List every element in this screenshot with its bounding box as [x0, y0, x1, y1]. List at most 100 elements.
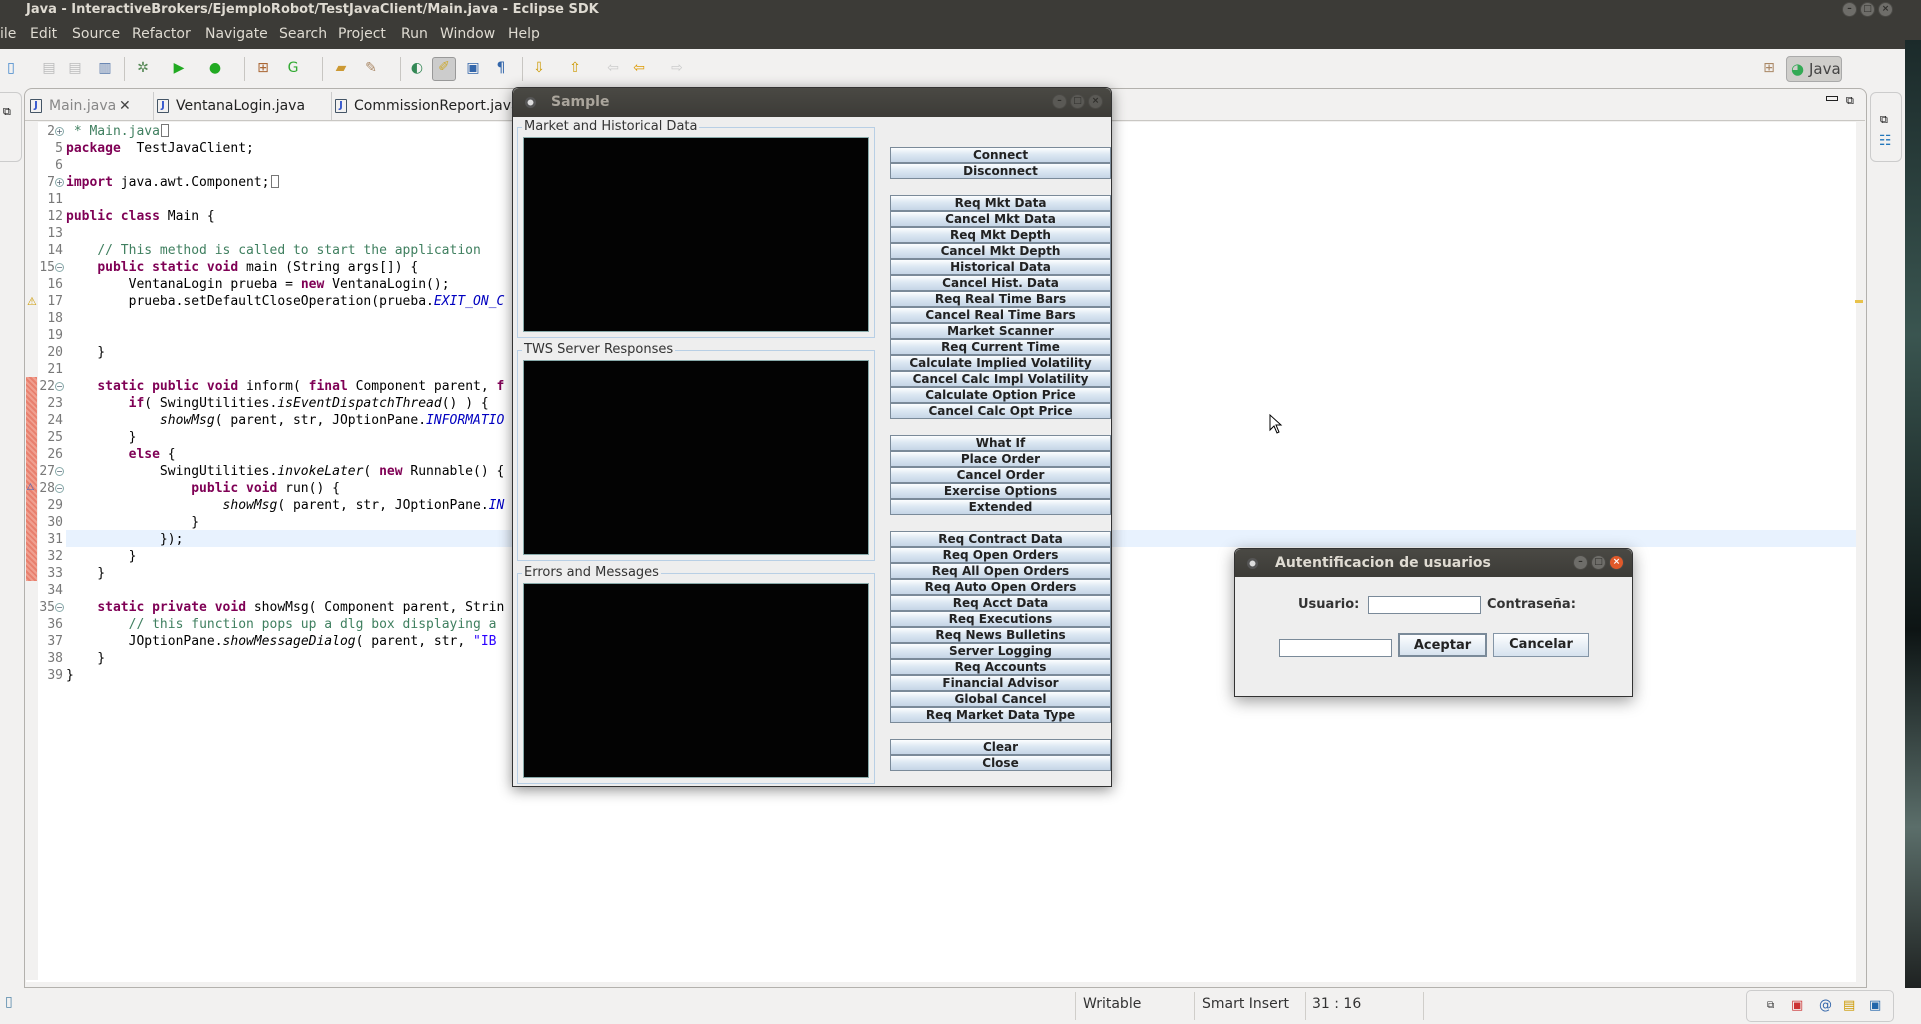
- cancel-mkt-data-button[interactable]: Cancel Mkt Data: [890, 211, 1111, 227]
- outline-icon[interactable]: ☷: [1879, 133, 1892, 149]
- menu-navigate[interactable]: Navigate: [205, 20, 268, 49]
- place-order-button[interactable]: Place Order: [890, 451, 1111, 467]
- previous-annotation-icon[interactable]: ⇧: [566, 59, 584, 77]
- req-real-time-bars-button[interactable]: Req Real Time Bars: [890, 291, 1111, 307]
- tab-main-java[interactable]: J Main.java ✕: [27, 92, 145, 120]
- save-icon[interactable]: ▤: [40, 59, 58, 77]
- external-tools-icon[interactable]: ●: [206, 59, 224, 77]
- req-news-bulletins-button[interactable]: Req News Bulletins: [890, 627, 1111, 643]
- overview-warning-marker[interactable]: [1855, 300, 1863, 303]
- close-button[interactable]: Close: [890, 755, 1111, 771]
- restore-icon[interactable]: ⧉: [1767, 991, 1774, 1021]
- disconnect-button[interactable]: Disconnect: [890, 163, 1111, 179]
- req-open-orders-button[interactable]: Req Open Orders: [890, 547, 1111, 563]
- forward-icon[interactable]: ⇨: [668, 59, 686, 77]
- fast-view-icon[interactable]: ▯: [5, 994, 13, 1010]
- menu-run[interactable]: Run: [401, 20, 428, 49]
- connect-button[interactable]: Connect: [890, 147, 1111, 163]
- calculate-implied-volatility-button[interactable]: Calculate Implied Volatility: [890, 355, 1111, 371]
- menu-window[interactable]: Window: [440, 20, 495, 49]
- cancel-real-time-bars-button[interactable]: Cancel Real Time Bars: [890, 307, 1111, 323]
- cancel-mkt-depth-button[interactable]: Cancel Mkt Depth: [890, 243, 1111, 259]
- warning-icon[interactable]: ⚠: [27, 295, 37, 308]
- debug-icon[interactable]: ✲: [134, 59, 152, 77]
- collapse-fold-icon[interactable]: −: [55, 382, 64, 391]
- menu-project[interactable]: Project: [338, 20, 386, 49]
- historical-data-button[interactable]: Historical Data: [890, 259, 1111, 275]
- server-logging-button[interactable]: Server Logging: [890, 643, 1111, 659]
- login-title-bar[interactable]: Autentificacion de usuarios – □ ×: [1235, 549, 1632, 577]
- problems-icon[interactable]: ▣: [1791, 991, 1803, 1021]
- show-whitespace-icon[interactable]: ¶: [492, 59, 510, 77]
- cancel-hist-data-button[interactable]: Cancel Hist. Data: [890, 275, 1111, 291]
- close-button[interactable]: ×: [1609, 555, 1624, 570]
- password-field[interactable]: [1279, 639, 1392, 657]
- cancel-calc-impl-volatility-button[interactable]: Cancel Calc Impl Volatility: [890, 371, 1111, 387]
- menu-source[interactable]: Source: [72, 20, 120, 49]
- new-java-project-icon[interactable]: ⊞: [254, 59, 272, 77]
- back-icon[interactable]: ⇦: [630, 59, 648, 77]
- save-all-icon[interactable]: ▤: [66, 59, 84, 77]
- next-annotation-icon[interactable]: ⇩: [530, 59, 548, 77]
- req-all-open-orders-button[interactable]: Req All Open Orders: [890, 563, 1111, 579]
- accept-button[interactable]: Aceptar: [1398, 633, 1487, 657]
- req-executions-button[interactable]: Req Executions: [890, 611, 1111, 627]
- minimize-button[interactable]: –: [1573, 555, 1588, 570]
- print-icon[interactable]: ▥: [96, 59, 114, 77]
- collapse-fold-icon[interactable]: −: [55, 603, 64, 612]
- menu-file[interactable]: ile: [0, 20, 16, 49]
- cancel-button[interactable]: Cancelar: [1493, 633, 1589, 657]
- req-accounts-button[interactable]: Req Accounts: [890, 659, 1111, 675]
- search-icon[interactable]: ✎: [362, 59, 380, 77]
- maximize-button[interactable]: □: [1860, 2, 1875, 17]
- menu-refactor[interactable]: Refactor: [132, 20, 191, 49]
- folded-code-icon[interactable]: [270, 175, 279, 188]
- restore-icon[interactable]: ⧉: [1880, 113, 1888, 127]
- block-selection-icon[interactable]: ▣: [464, 59, 482, 77]
- financial-advisor-button[interactable]: Financial Advisor: [890, 675, 1111, 691]
- declaration-icon[interactable]: ▤: [1843, 991, 1855, 1021]
- global-cancel-button[interactable]: Global Cancel: [890, 691, 1111, 707]
- last-edit-icon[interactable]: ⇦: [604, 59, 622, 77]
- restore-icon[interactable]: ⧉: [3, 105, 11, 119]
- req-market-data-type-button[interactable]: Req Market Data Type: [890, 707, 1111, 723]
- open-task-icon[interactable]: ◐: [408, 59, 426, 77]
- menu-edit[interactable]: Edit: [30, 20, 57, 49]
- expand-fold-icon[interactable]: +: [55, 178, 64, 187]
- new-icon[interactable]: ▯: [2, 59, 20, 77]
- run-icon[interactable]: ▶: [170, 59, 188, 77]
- extended-button[interactable]: Extended: [890, 499, 1111, 515]
- req-acct-data-button[interactable]: Req Acct Data: [890, 595, 1111, 611]
- market-data-textarea[interactable]: [523, 137, 869, 332]
- close-button[interactable]: ×: [1878, 2, 1893, 17]
- errors-textarea[interactable]: [523, 583, 869, 778]
- tab-commissionreport-java[interactable]: J CommissionReport.java: [331, 92, 520, 120]
- req-current-time-button[interactable]: Req Current Time: [890, 339, 1111, 355]
- minimize-button[interactable]: –: [1842, 2, 1857, 17]
- close-button[interactable]: ×: [1088, 94, 1103, 109]
- minimize-editor-icon[interactable]: [1826, 96, 1838, 101]
- folded-code-icon[interactable]: [160, 124, 169, 137]
- javadoc-icon[interactable]: @: [1819, 991, 1832, 1021]
- cancel-calc-opt-price-button[interactable]: Cancel Calc Opt Price: [890, 403, 1111, 419]
- mark-occurrences-toggle[interactable]: ✐: [432, 57, 456, 81]
- collapse-fold-icon[interactable]: −: [55, 263, 64, 272]
- java-perspective-button[interactable]: ◕ Java: [1786, 56, 1842, 82]
- maximize-button[interactable]: □: [1591, 555, 1606, 570]
- what-if-button[interactable]: What If: [890, 435, 1111, 451]
- cancel-order-button[interactable]: Cancel Order: [890, 467, 1111, 483]
- market-scanner-button[interactable]: Market Scanner: [890, 323, 1111, 339]
- req-mkt-data-button[interactable]: Req Mkt Data: [890, 195, 1111, 211]
- open-perspective-icon[interactable]: ⊞: [1760, 59, 1778, 77]
- req-auto-open-orders-button[interactable]: Req Auto Open Orders: [890, 579, 1111, 595]
- expand-fold-icon[interactable]: +: [55, 127, 64, 136]
- req-contract-data-button[interactable]: Req Contract Data: [890, 531, 1111, 547]
- collapse-fold-icon[interactable]: −: [55, 484, 64, 493]
- collapse-fold-icon[interactable]: −: [55, 467, 64, 476]
- calculate-option-price-button[interactable]: Calculate Option Price: [890, 387, 1111, 403]
- console-icon[interactable]: ▣: [1869, 991, 1881, 1021]
- sample-title-bar[interactable]: Sample – □ ×: [513, 88, 1111, 117]
- menu-search[interactable]: Search: [279, 20, 327, 49]
- maximize-editor-icon[interactable]: ⧉: [1846, 94, 1854, 108]
- tab-ventanalogin-java[interactable]: J VentanaLogin.java: [153, 92, 325, 120]
